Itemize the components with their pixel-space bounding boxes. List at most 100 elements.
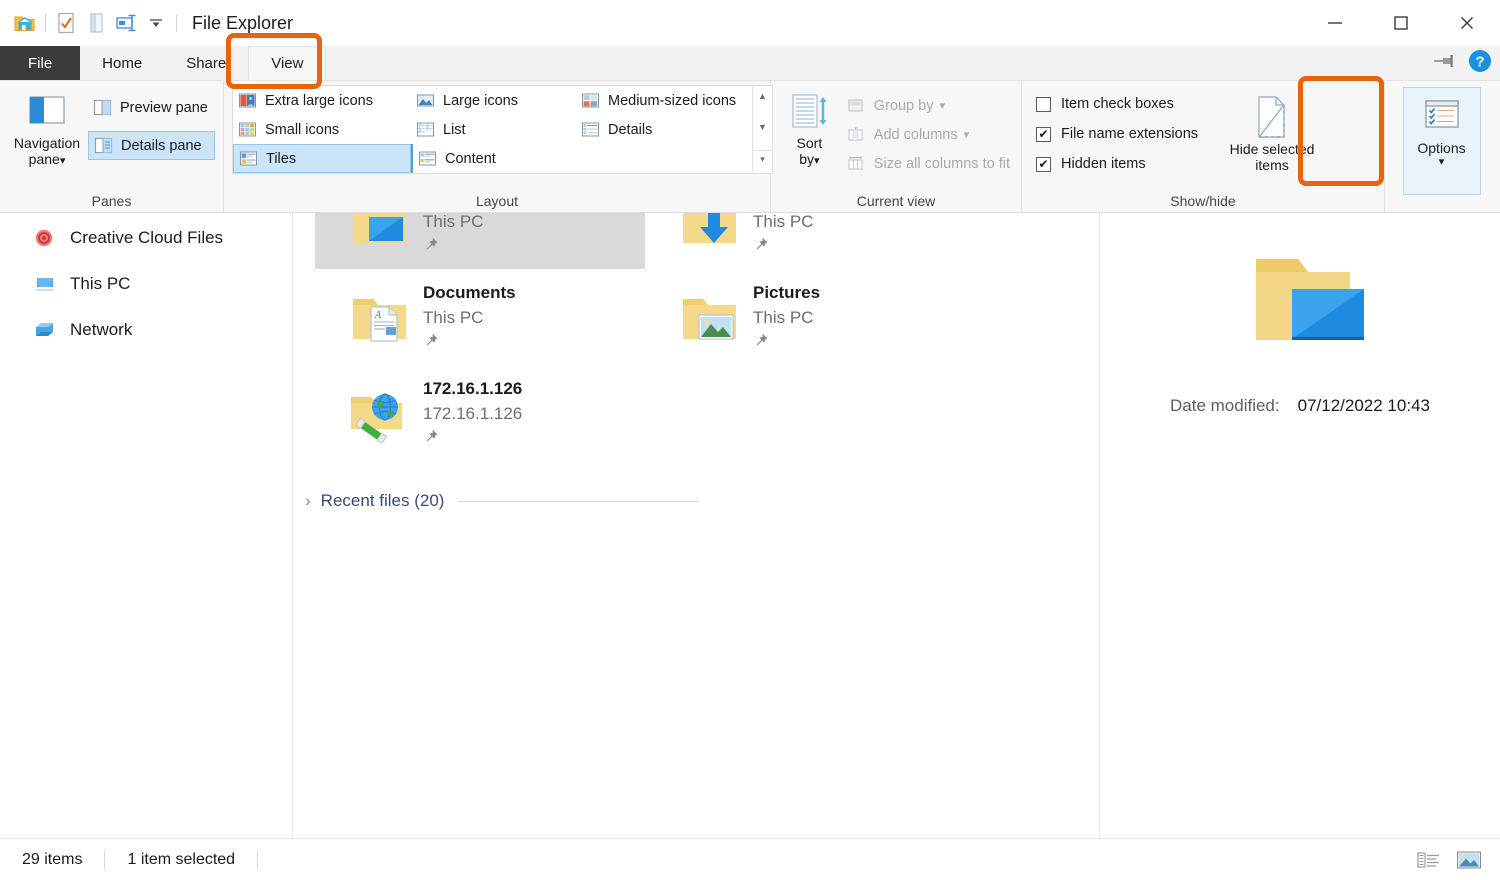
navigation-pane-button[interactable]: Navigation pane▾ <box>8 87 86 168</box>
item-check-boxes-checkbox[interactable] <box>1036 97 1051 112</box>
ribbon-group-options: Options ▾ <box>1385 81 1498 212</box>
list-item[interactable]: 172.16.1.126 172.16.1.126 <box>315 365 645 461</box>
ribbon-group-show-hide: Item check boxes ✔ File name extensions … <box>1022 81 1385 212</box>
pin-ribbon-icon[interactable] <box>1432 53 1454 74</box>
network-icon <box>34 320 60 340</box>
details-icon <box>579 121 601 138</box>
sort-by-button[interactable]: Sort by▾ <box>781 87 838 168</box>
hide-selected-items-button[interactable]: Hide selected items <box>1220 89 1324 173</box>
details-view-button[interactable] <box>1416 849 1442 871</box>
tabstrip-right-controls: ? <box>1432 46 1492 81</box>
preview-pane-label: Preview pane <box>120 100 208 116</box>
layout-content[interactable]: Content <box>411 144 576 173</box>
ribbon-group-current-view: Sort by▾ Group by ▾ <box>771 81 1022 212</box>
tab-file[interactable]: File <box>0 46 80 80</box>
list-item-name: 172.16.1.126 <box>423 377 522 402</box>
preview-pane-button[interactable]: Preview pane <box>88 93 215 122</box>
rename-icon[interactable] <box>111 8 141 38</box>
content-label: Content <box>445 151 496 167</box>
window-title: File Explorer <box>192 13 293 34</box>
layout-list[interactable]: List <box>411 115 576 144</box>
hide-selected-items-label-1: Hide selected <box>1230 141 1315 157</box>
file-name-extensions-row[interactable]: ✔ File name extensions <box>1036 119 1198 149</box>
options-label: Options <box>1417 140 1465 156</box>
navigation-pane: Creative Cloud Files This PC <box>0 213 293 838</box>
folder-desktop-icon <box>345 213 413 255</box>
sidebar-item-network[interactable]: Network <box>0 307 292 353</box>
layout-tiles[interactable]: Tiles <box>233 144 411 173</box>
item-check-boxes-row[interactable]: Item check boxes <box>1036 89 1198 119</box>
hidden-items-row[interactable]: ✔ Hidden items <box>1036 149 1198 179</box>
status-separator-1 <box>104 850 105 870</box>
size-all-columns-button[interactable]: Size all columns to fit <box>842 149 1017 178</box>
list-item-subtitle: This PC <box>753 213 844 234</box>
minimize-icon[interactable] <box>1302 0 1368 46</box>
list-item[interactable]: A Documents This PC <box>315 269 645 365</box>
main-area: Creative Cloud Files This PC <box>0 213 1500 838</box>
pin-icon <box>753 332 820 353</box>
sidebar-item-this-pc[interactable]: This PC <box>0 261 292 307</box>
sidebar-item-creative-cloud-files[interactable]: Creative Cloud Files <box>0 215 292 261</box>
folder-pictures-icon <box>675 283 743 351</box>
help-icon[interactable]: ? <box>1468 49 1492 78</box>
chevron-right-icon[interactable]: › <box>305 491 311 511</box>
large-icons-view-button[interactable] <box>1456 849 1482 871</box>
tab-home[interactable]: Home <box>80 46 164 80</box>
hidden-items-checkbox[interactable]: ✔ <box>1036 157 1051 172</box>
layout-medium-icons[interactable]: Medium-sized icons <box>576 86 752 115</box>
gallery-scroll-down-icon[interactable]: ▼ <box>758 119 767 136</box>
item-check-boxes-label: Item check boxes <box>1061 96 1174 112</box>
list-item[interactable]: Pictures This PC <box>645 269 975 365</box>
status-selection: 1 item selected <box>127 851 235 869</box>
list-item-name: Documents <box>423 281 516 306</box>
group-by-label: Group by <box>874 98 934 114</box>
tiles-label: Tiles <box>266 151 296 167</box>
list-item[interactable]: Desktop This PC <box>315 213 645 269</box>
list-icon <box>414 121 436 138</box>
maximize-icon[interactable] <box>1368 0 1434 46</box>
size-all-columns-label: Size all columns to fit <box>874 156 1010 172</box>
close-icon[interactable] <box>1434 0 1500 46</box>
add-columns-button[interactable]: Add columns ▾ <box>842 120 1017 149</box>
layout-details[interactable]: Details <box>576 115 752 144</box>
details-pane-button[interactable]: Details pane <box>88 131 215 160</box>
tab-view[interactable]: View <box>248 46 326 80</box>
sidebar-label-this-pc: This PC <box>70 274 130 294</box>
properties-icon[interactable] <box>51 8 81 38</box>
title-bar: File Explorer <box>0 0 1500 46</box>
navigation-pane-caret: ▾ <box>60 155 66 167</box>
small-icons-icon <box>236 121 258 138</box>
file-list[interactable]: Desktop This PC <box>293 213 1099 838</box>
layout-extra-large-icons[interactable]: Extra large icons <box>233 86 411 115</box>
options-icon <box>1418 94 1466 140</box>
group-by-caret: ▾ <box>939 99 945 112</box>
pin-icon <box>423 428 522 449</box>
list-item-subtitle: This PC <box>423 213 490 234</box>
gallery-scroll-up-icon[interactable]: ▲ <box>758 88 767 105</box>
file-name-extensions-checkbox[interactable]: ✔ <box>1036 127 1051 142</box>
list-item-name: Pictures <box>753 281 820 306</box>
options-button[interactable]: Options ▾ <box>1403 87 1481 195</box>
list-item-meta: Documents This PC <box>423 281 516 353</box>
preview-pane-icon <box>91 99 113 116</box>
ribbon-group-layout: Extra large icons Sm <box>224 81 771 212</box>
tab-share[interactable]: Share <box>164 46 248 80</box>
add-columns-icon <box>845 126 867 143</box>
new-folder-icon[interactable] <box>81 8 111 38</box>
recent-files-rule <box>458 501 699 502</box>
list-item[interactable]: Downloads This PC <box>645 213 975 269</box>
details-pane-label: Details pane <box>121 138 202 154</box>
sort-by-label-1: Sort <box>797 135 823 151</box>
gallery-expand-icon[interactable]: ▾ <box>753 150 772 168</box>
layout-gallery-scrollbar[interactable]: ▲ ▼ ▾ <box>752 86 772 172</box>
customize-qat-dropdown-icon[interactable] <box>141 8 171 38</box>
add-columns-label: Add columns <box>874 127 958 143</box>
recent-files-section-header[interactable]: › Recent files (20) <box>305 487 1099 515</box>
home-folder-icon[interactable] <box>10 8 40 38</box>
details-pane: Date modified: 07/12/2022 10:43 <box>1099 213 1500 838</box>
hidden-items-label: Hidden items <box>1061 156 1146 172</box>
layout-large-icons[interactable]: Large icons <box>411 86 576 115</box>
layout-small-icons[interactable]: Small icons <box>233 115 411 144</box>
folder-downloads-icon <box>675 213 743 255</box>
group-by-button[interactable]: Group by ▾ <box>842 91 1017 120</box>
